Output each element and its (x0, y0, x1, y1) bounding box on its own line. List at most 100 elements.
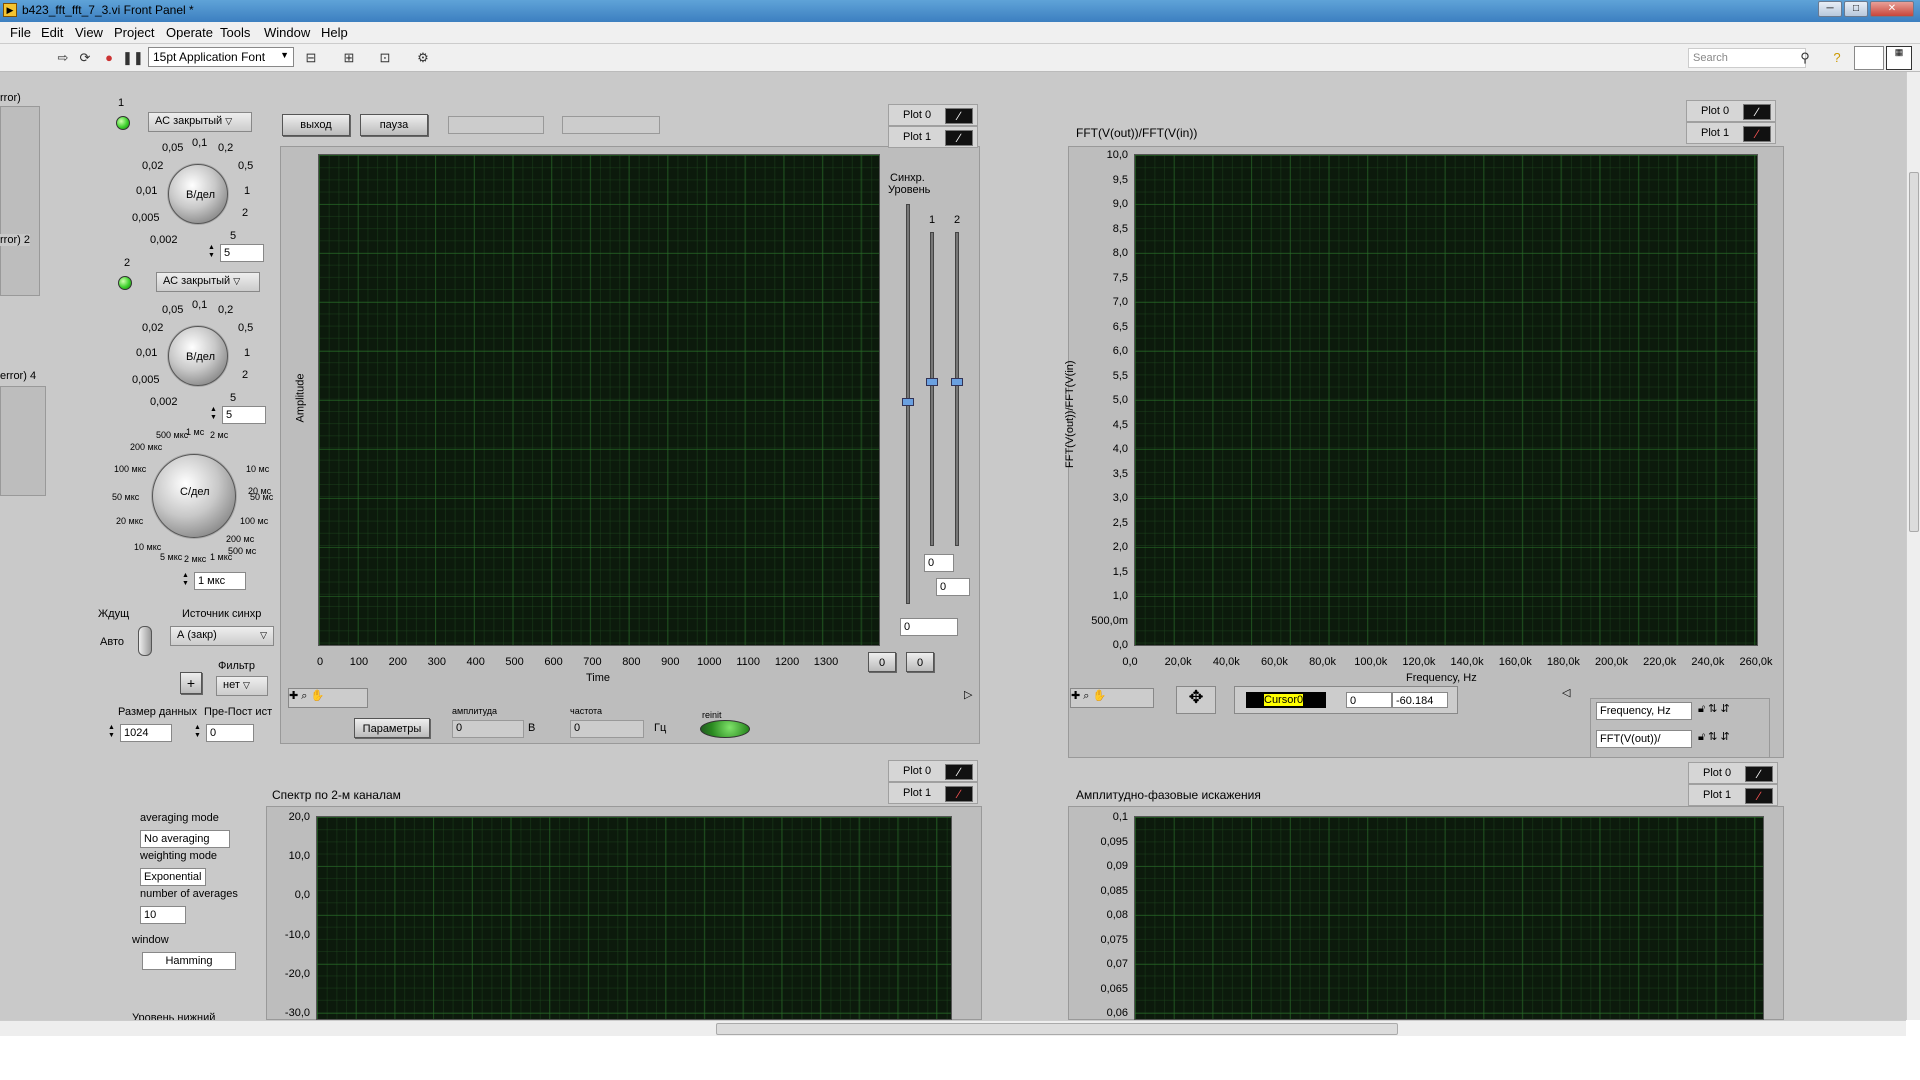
data-size-value[interactable]: 1024 (120, 724, 172, 742)
sync-label-1: Синхр. (890, 172, 925, 184)
weighting-mode-select[interactable]: Exponential (140, 868, 206, 886)
connector-pane-icon[interactable]: ▦ (1886, 46, 1912, 70)
ch2-led[interactable] (118, 276, 132, 290)
align-icon[interactable]: ⊟ (302, 49, 320, 67)
menu-help[interactable]: Help (321, 25, 348, 40)
spectrum-legend-0[interactable]: Plot 0 ∕ (888, 760, 978, 782)
vi-icon-pane[interactable] (1854, 46, 1884, 70)
fft-graph-plot[interactable] (1134, 154, 1758, 646)
ch1-level-slider-track[interactable] (930, 232, 934, 546)
maximize-button[interactable]: □ (1844, 1, 1868, 17)
time-graph-legend-0[interactable]: Plot 0 ∕ (888, 104, 978, 126)
abort-icon[interactable]: ● (100, 49, 118, 67)
graph-palette-1[interactable]: ✚ ⌕ ✋ (288, 688, 368, 708)
exit-button[interactable]: выход (282, 114, 350, 136)
averaging-mode-select[interactable]: No averaging (140, 830, 230, 848)
ch2-volts-value[interactable]: 5 (222, 406, 266, 424)
add-button[interactable]: + (180, 672, 202, 694)
averages-number-value[interactable]: 10 (140, 906, 186, 924)
scroll-left-icon[interactable]: ◁ (1562, 686, 1570, 699)
ch1-level-slider-thumb[interactable] (926, 378, 938, 386)
afc-y-tick: 0,085 (1100, 884, 1128, 897)
prepost-value[interactable]: 0 (206, 724, 254, 742)
ch1-coupling-select[interactable]: АС закрытый ▽ (148, 112, 252, 132)
afc-legend-1[interactable]: Plot 1 ∕ (1688, 784, 1778, 806)
horizontal-scrollbar[interactable] (0, 1020, 1906, 1036)
pause-icon[interactable]: ❚❚ (122, 49, 144, 67)
time-cursor-b[interactable]: 0 (906, 652, 934, 672)
run-arrow-icon[interactable]: ⇨ (54, 49, 72, 67)
window-title: b423_fft_fft_7_3.vi Front Panel * (22, 3, 194, 17)
sync-level-slider-thumb[interactable] (902, 398, 914, 406)
scale-y-name[interactable]: FFT(V(out))/ (1596, 730, 1692, 748)
cursor-y-value[interactable]: -60.184 (1392, 692, 1448, 708)
reorder-icon[interactable]: ⚙ (414, 49, 432, 67)
scale-x-name[interactable]: Frequency, Hz (1596, 702, 1692, 720)
scale-x-lock-icon[interactable]: 🔓︎ ⇅ ⇵ (1698, 702, 1730, 716)
cursor-x-value[interactable]: 0 (1346, 692, 1392, 708)
ch2-increment-arrows[interactable]: ▲ ▼ (210, 406, 220, 424)
sync-value-a[interactable]: 0 (924, 554, 954, 572)
amplitude-value[interactable]: 0 (452, 720, 524, 738)
scroll-right-icon[interactable]: ▷ (964, 688, 972, 701)
cursor-name[interactable]: Cursor0 (1246, 692, 1326, 708)
ch2-level-slider-track[interactable] (955, 232, 959, 546)
scale-y-lock-icon[interactable]: 🔓︎ ⇅ ⇵ (1698, 730, 1730, 744)
trigger-mode-toggle[interactable] (138, 626, 152, 656)
ch2-coupling-select[interactable]: АС закрытый ▽ (156, 272, 260, 292)
spectrum-legend-1[interactable]: Plot 1 ∕ (888, 782, 978, 804)
ch1-increment-arrows[interactable]: ▲ ▼ (208, 244, 218, 262)
menu-window[interactable]: Window (264, 25, 310, 40)
time-graph-legend-1[interactable]: Plot 1 ∕ (888, 126, 978, 148)
spectrum-y-tick: 10,0 (288, 850, 310, 863)
menu-operate[interactable]: Operate (166, 25, 213, 40)
window-select[interactable]: Hamming (142, 952, 236, 970)
pause-button[interactable]: пауза (360, 114, 428, 136)
help-icon[interactable]: ? (1828, 49, 1846, 67)
horizontal-scroll-thumb[interactable] (716, 1023, 1398, 1035)
timebase-increment-arrows[interactable]: ▲ ▼ (182, 572, 192, 590)
afc-plot[interactable] (1134, 816, 1764, 1020)
resize-icon[interactable]: ⊡ (376, 49, 394, 67)
close-button[interactable]: ✕ (1870, 1, 1914, 17)
time-cursor-a[interactable]: 0 (868, 652, 896, 672)
time-x-tick: 400 (466, 656, 485, 668)
fft-x-tick: 60,0k (1260, 656, 1288, 668)
menu-file[interactable]: File (10, 25, 31, 40)
trigger-source-select[interactable]: А (закр) ▽ (170, 626, 274, 646)
minimize-button[interactable]: ─ (1818, 1, 1842, 17)
error-cluster (0, 106, 40, 296)
afc-legend-0[interactable]: Plot 0 ∕ (1688, 762, 1778, 784)
time-x-tick: 1200 (774, 656, 800, 668)
font-select[interactable]: 15pt Application Font ▼ (148, 47, 294, 67)
frequency-value[interactable]: 0 (570, 720, 644, 738)
sync-value-b[interactable]: 0 (936, 578, 970, 596)
ch2-level-slider-thumb[interactable] (951, 378, 963, 386)
data-size-arrows[interactable]: ▲ ▼ (108, 724, 118, 742)
search-icon[interactable]: ⚲ (1796, 49, 1814, 67)
params-button[interactable]: Параметры (354, 718, 430, 738)
vertical-scroll-thumb[interactable] (1909, 172, 1919, 532)
distribute-icon[interactable]: ⊞ (340, 49, 358, 67)
filter-select[interactable]: нет ▽ (216, 676, 268, 696)
timebase-value[interactable]: 1 мкс (194, 572, 246, 590)
fft-legend-0[interactable]: Plot 0 ∕ (1686, 100, 1776, 122)
reinit-button[interactable] (700, 720, 750, 738)
fft-legend-1[interactable]: Plot 1 ∕ (1686, 122, 1776, 144)
menu-tools[interactable]: Tools (220, 25, 250, 40)
ch1-volts-value[interactable]: 5 (220, 244, 264, 262)
prepost-arrows[interactable]: ▲ ▼ (194, 724, 204, 742)
cursor-move-icon[interactable]: ✥ (1176, 686, 1216, 714)
run-continuous-icon[interactable]: ⟳ (76, 49, 94, 67)
menu-project[interactable]: Project (114, 25, 154, 40)
menu-view[interactable]: View (75, 25, 103, 40)
menu-edit[interactable]: Edit (41, 25, 63, 40)
time-graph-plot[interactable] (318, 154, 880, 646)
spectrum-y-tick: -30,0 (284, 1007, 310, 1019)
ch1-led[interactable] (116, 116, 130, 130)
search-input[interactable]: Search (1688, 48, 1806, 68)
graph-palette-2[interactable]: ✚ ⌕ ✋ (1070, 688, 1154, 708)
sync-value-c[interactable]: 0 (900, 618, 958, 636)
vertical-scrollbar[interactable] (1906, 72, 1920, 1020)
spectrum-plot[interactable] (316, 816, 952, 1020)
